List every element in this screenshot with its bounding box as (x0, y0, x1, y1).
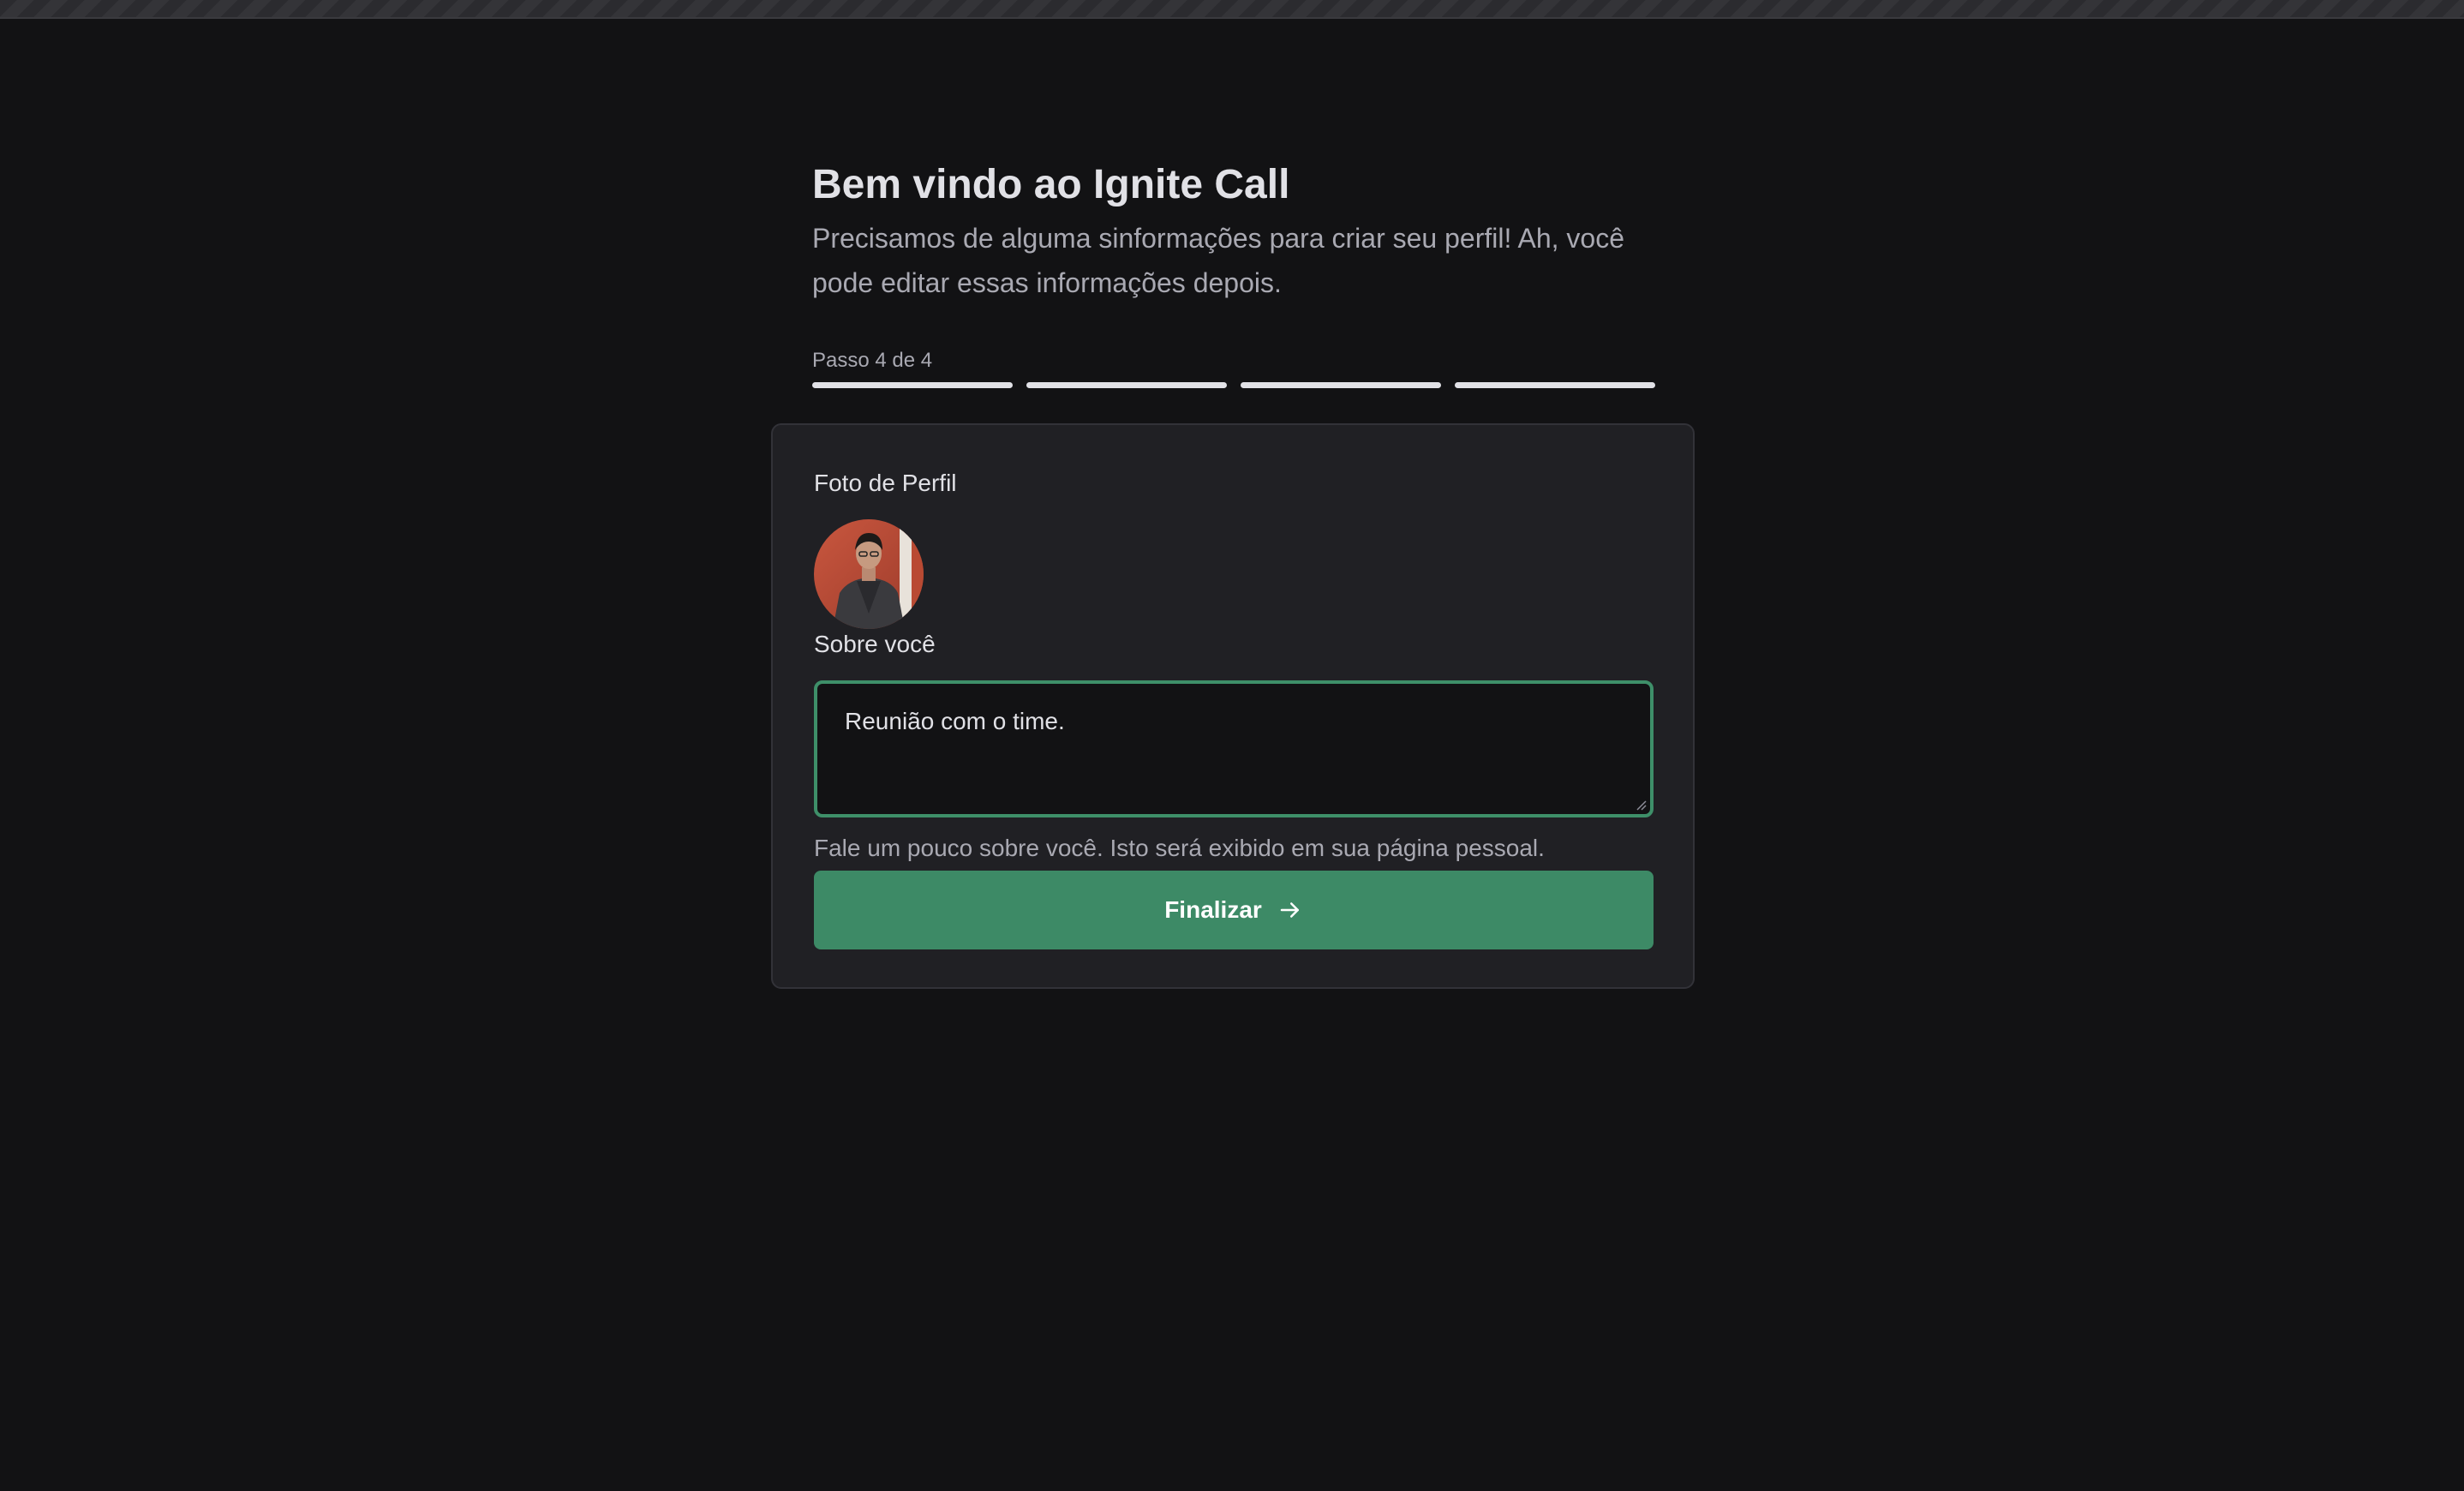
resize-handle-icon[interactable] (1635, 799, 1647, 811)
step-indicator-1 (812, 382, 1013, 388)
about-textarea-value: Reunião com o time. (845, 708, 1065, 734)
about-textarea[interactable]: Reunião com o time. (814, 680, 1654, 817)
profile-form-card: Foto de Perfil Sobre você Reunião com o … (771, 423, 1695, 989)
step-label: Passo 4 de 4 (812, 349, 933, 372)
step-progress (812, 382, 1655, 388)
finalize-button-label: Finalizar (1164, 896, 1262, 923)
about-help-text: Fale um pouco sobre você. Isto será exib… (814, 835, 1545, 861)
page-subtitle: Precisamos de alguma sinformações para c… (812, 223, 1624, 298)
arrow-right-icon (1280, 902, 1299, 918)
browser-top-strip (0, 0, 2464, 19)
page-header: Bem vindo ao Ignite Call Precisamos de a… (812, 159, 1655, 388)
step-indicator-3 (1241, 382, 1441, 388)
step-indicator-2 (1026, 382, 1227, 388)
avatar (814, 519, 924, 629)
photo-label: Foto de Perfil (814, 470, 957, 496)
step-indicator-4 (1455, 382, 1655, 388)
avatar-image (814, 519, 924, 629)
page-title: Bem vindo ao Ignite Call (812, 162, 1290, 207)
about-label: Sobre você (814, 631, 936, 657)
finalize-button[interactable]: Finalizar (814, 871, 1654, 949)
